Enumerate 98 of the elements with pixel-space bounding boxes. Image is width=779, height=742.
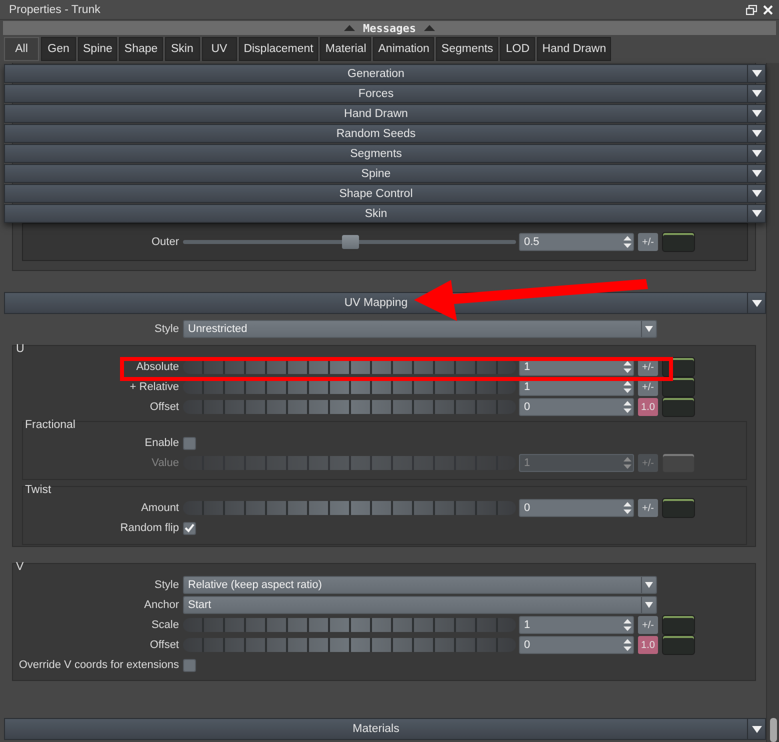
expand-arrow-icon [752,170,762,177]
group-title: U [15,343,26,357]
tab[interactable]: Gen [41,37,76,61]
property-label: Offset [148,639,180,651]
section-menu-item[interactable]: Forces [4,84,766,103]
color-swatch[interactable] [662,498,695,518]
spinner-icon [623,400,632,414]
color-swatch[interactable] [662,635,695,655]
expand-arrow-icon [752,190,762,197]
tab[interactable]: Material [320,37,372,61]
dropdown-arrow-icon [645,602,653,608]
tab[interactable]: Skin [164,37,200,61]
color-swatch[interactable] [662,615,695,635]
section-header[interactable]: Materials [4,718,766,740]
section-header[interactable]: UV Mapping [4,292,766,314]
expand-arrow-icon [752,130,762,137]
section-menu-item[interactable]: Shape Control [4,184,766,203]
color-swatch[interactable] [662,397,695,417]
section-menu-item[interactable]: Hand Drawn [4,104,766,123]
dropdown-arrow-icon [645,582,653,588]
number-field[interactable]: 0 [519,398,634,416]
jog-strip[interactable] [183,380,516,394]
property-label: Enable [144,437,180,449]
number-field[interactable]: 0 [519,636,634,654]
property-label: Anchor [143,599,180,611]
property-label: Absolute [135,361,180,373]
window-title: Properties - Trunk [9,4,102,16]
spinner-icon [623,235,632,249]
expand-arrow-icon [752,150,762,157]
expand-arrow-icon [752,210,762,217]
dropdown[interactable]: Relative (keep aspect ratio) [183,576,657,594]
color-swatch[interactable] [662,453,695,473]
property-label: Style [154,579,180,591]
restore-icon[interactable] [746,4,757,14]
group-title: Twist [24,484,52,498]
jog-strip[interactable] [183,618,516,632]
jog-strip[interactable] [183,638,516,652]
dropdown[interactable]: Start [183,596,657,614]
messages-bar[interactable]: Messages [3,21,776,35]
dropdown-arrow-icon [645,326,653,332]
property-label: + Relative [128,381,180,393]
section-menu-item[interactable]: Skin [4,204,766,223]
property-label: Value [150,457,180,469]
dropdown[interactable]: Unrestricted [183,320,657,338]
toggle-button[interactable]: +/- [638,233,658,251]
expand-arrow-icon [752,726,762,732]
expand-arrow-icon [752,300,762,306]
checkbox[interactable] [183,436,196,450]
expand-arrow-icon [752,70,762,77]
spinner-icon [623,501,632,515]
scrollbar[interactable] [766,63,779,742]
jog-strip[interactable] [183,360,516,374]
spinner-icon [623,638,632,652]
property-label: Random flip [119,522,180,534]
section-menu-item[interactable]: Spine [4,164,766,183]
checkbox[interactable] [183,522,196,534]
number-field[interactable]: 1 [519,616,634,634]
property-label: Scale [150,619,180,631]
slider-thumb[interactable] [342,235,358,249]
expand-arrow-icon [752,90,762,97]
toggle-button[interactable]: +/- [638,616,658,634]
section-menu-item[interactable]: Generation [4,64,766,83]
spinner-icon [623,456,632,470]
color-swatch[interactable] [662,377,695,397]
checkbox[interactable] [183,658,196,672]
tab[interactable]: UV [202,37,237,61]
group-title: V [15,561,25,575]
expand-arrow-icon [752,110,762,117]
property-label: Amount [140,502,180,514]
number-field[interactable]: 0.5 [519,233,634,251]
section-menu-item[interactable]: Segments [4,144,766,163]
close-icon[interactable] [763,4,773,14]
toggle-button[interactable]: +/- [638,499,658,517]
tab[interactable]: All [4,37,39,61]
tab[interactable]: Displacement [238,37,318,61]
tab[interactable]: Animation [373,37,434,61]
property-label: Override V coords for extensions [18,659,180,671]
property-label: Style [154,323,180,335]
number-field[interactable]: 0 [519,499,634,517]
collapse-arrow-icon [424,25,435,31]
spinner-icon [623,380,632,394]
scrollbar-thumb[interactable] [770,718,777,742]
section-menu-item[interactable]: Random Seeds [4,124,766,143]
tab[interactable]: Segments [436,37,498,61]
property-label: Outer [150,236,180,248]
check-icon [184,523,195,533]
tab[interactable]: Shape [119,37,163,61]
jog-strip[interactable] [183,501,516,515]
tab[interactable]: Hand Drawn [537,37,612,61]
color-swatch[interactable] [662,232,695,252]
group-title: Fractional [24,419,76,433]
tab[interactable]: LOD [500,37,536,61]
spinner-icon [623,360,632,374]
property-label: Offset [148,401,180,413]
jog-strip[interactable] [183,400,516,414]
tab[interactable]: Spine [78,37,118,61]
spinner-icon [623,618,632,632]
collapse-arrow-icon [344,25,355,31]
